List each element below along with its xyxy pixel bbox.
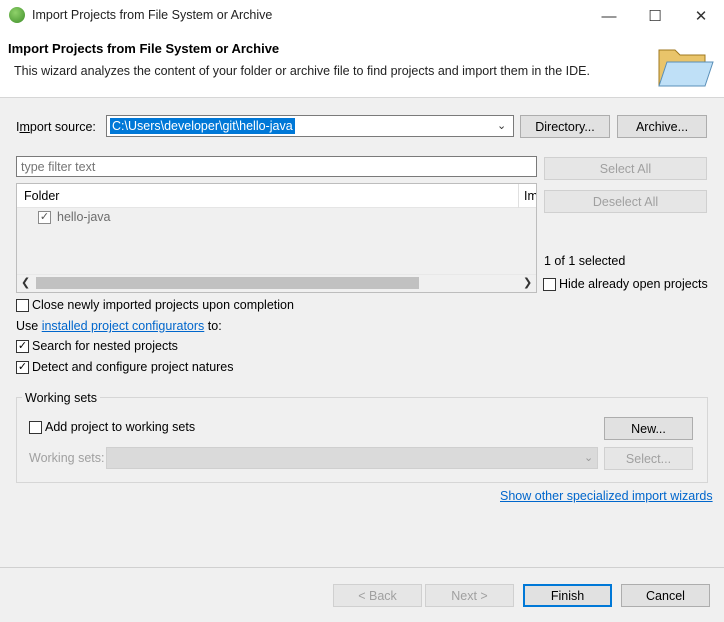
back-button[interactable]: < Back xyxy=(333,584,422,607)
maximize-button[interactable]: ☐ xyxy=(632,0,678,32)
configurators-link[interactable]: installed project configurators xyxy=(42,319,205,333)
add-to-working-sets-label[interactable]: Add project to working sets xyxy=(45,420,195,434)
working-sets-group-label: Working sets xyxy=(22,391,101,405)
detect-natures-checkbox[interactable]: ✓ xyxy=(16,361,29,374)
minimize-button[interactable]: — xyxy=(586,0,632,32)
scroll-right-icon[interactable]: ❯ xyxy=(523,276,532,289)
column-folder[interactable]: Folder xyxy=(24,189,59,203)
working-sets-group xyxy=(16,397,708,483)
scrollbar-thumb[interactable] xyxy=(36,277,419,289)
selection-count: 1 of 1 selected xyxy=(544,254,626,268)
wizard-title: Import Projects from File System or Arch… xyxy=(8,41,280,56)
use-suffix: to: xyxy=(204,319,222,333)
archive-button[interactable]: Archive... xyxy=(617,115,707,138)
deselect-all-button[interactable]: Deselect All xyxy=(544,190,707,213)
search-nested-label[interactable]: Search for nested projects xyxy=(32,339,178,353)
import-source-label: Import source: xyxy=(16,120,96,134)
next-button[interactable]: Next > xyxy=(425,584,514,607)
working-sets-combo[interactable] xyxy=(106,447,598,469)
directory-button[interactable]: Directory... xyxy=(520,115,610,138)
close-icon: ✕ xyxy=(694,8,708,25)
window-title: Import Projects from File System or Arch… xyxy=(32,8,273,22)
scroll-left-icon[interactable]: ❮ xyxy=(21,276,30,289)
wizard-description: This wizard analyzes the content of your… xyxy=(14,64,590,78)
maximize-icon: ☐ xyxy=(648,8,662,25)
new-working-set-button[interactable]: New... xyxy=(604,417,693,440)
cancel-button[interactable]: Cancel xyxy=(621,584,710,607)
app-icon xyxy=(9,7,25,23)
filter-input[interactable] xyxy=(16,156,537,177)
column-import-as[interactable]: Im xyxy=(524,189,536,203)
hide-open-label[interactable]: Hide already open projects xyxy=(559,277,708,291)
chevron-down-icon[interactable]: ⌄ xyxy=(584,451,593,464)
row-checkbox[interactable]: ✓ xyxy=(38,211,51,224)
close-imported-checkbox[interactable] xyxy=(16,299,29,312)
tree-header xyxy=(17,184,536,208)
select-working-set-button[interactable]: Select... xyxy=(604,447,693,470)
import-source-value[interactable]: C:\Users\developer\git\hello-java xyxy=(110,118,295,134)
close-button[interactable]: ✕ xyxy=(678,0,724,32)
working-sets-label: Working sets: xyxy=(29,451,105,465)
use-configurators-text: Use installed project configurators to: xyxy=(16,319,222,333)
use-prefix: Use xyxy=(16,319,42,333)
select-all-button[interactable]: Select All xyxy=(544,157,707,180)
close-imported-label[interactable]: Close newly imported projects upon compl… xyxy=(32,298,294,312)
open-folder-icon xyxy=(658,49,714,87)
detect-natures-label[interactable]: Detect and configure project natures xyxy=(32,360,234,374)
hide-open-checkbox[interactable] xyxy=(543,278,556,291)
search-nested-checkbox[interactable]: ✓ xyxy=(16,340,29,353)
specialized-wizards-link[interactable]: Show other specialized import wizards xyxy=(500,489,713,503)
minimize-icon: — xyxy=(601,7,617,25)
column-divider[interactable] xyxy=(518,184,519,208)
chevron-down-icon[interactable]: ⌄ xyxy=(497,119,506,132)
finish-button[interactable]: Finish xyxy=(523,584,612,607)
add-to-working-sets-checkbox[interactable] xyxy=(29,421,42,434)
tree-row-label[interactable]: hello-java xyxy=(57,210,111,224)
